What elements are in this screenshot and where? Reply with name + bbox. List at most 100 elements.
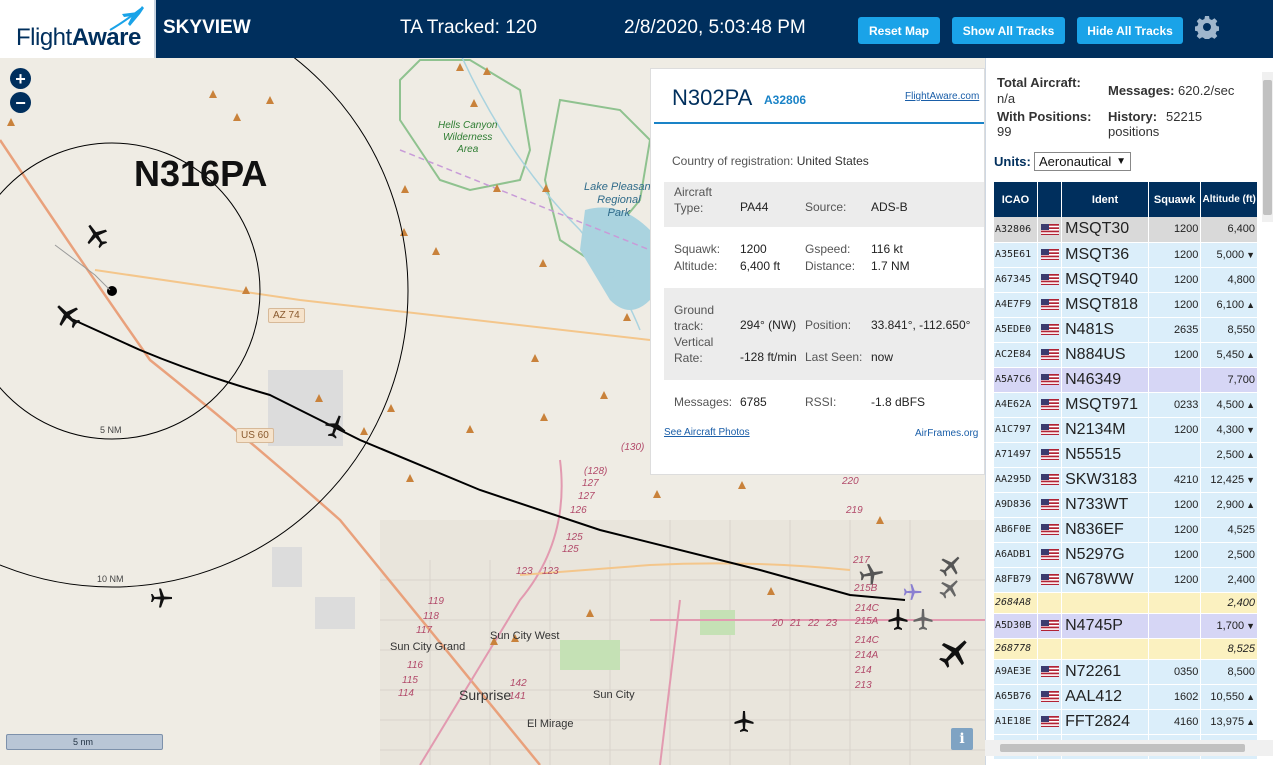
altitude-value: 13,975: [1210, 715, 1245, 728]
altitude-value: 2,500: [1227, 548, 1255, 561]
ident-cell: N4745P: [1061, 613, 1149, 639]
zoom-out-button[interactable]: −: [10, 92, 31, 113]
last-seen-label: Last Seen:: [805, 350, 863, 364]
airframes-link[interactable]: AirFrames.org: [915, 428, 978, 439]
total-aircraft-value: n/a: [997, 91, 1016, 106]
table-row[interactable]: A5D30B N4745P 1,700 ▼: [994, 613, 1258, 639]
ring-label-10nm: 10 NM: [97, 574, 124, 584]
squawk-value: 1200: [740, 242, 767, 256]
us-flag-icon: [1040, 549, 1059, 561]
us-flag-icon: [1040, 691, 1059, 703]
aircraft-icon[interactable]: [938, 576, 962, 600]
table-row[interactable]: A35E61 MSQT36 1200 5,000 ▼: [994, 242, 1258, 268]
table-row[interactable]: A5A7C6 N46349 7,700: [994, 367, 1258, 393]
table-row[interactable]: A32806 MSQT30 1200 6,400: [994, 217, 1258, 243]
table-row[interactable]: A1C797 N2134M 1200 4,300 ▼: [994, 417, 1258, 443]
us-flag-icon: [1040, 499, 1059, 511]
aircraft-icon[interactable]: [938, 552, 964, 578]
clock: 2/8/2020, 5:03:48 PM: [624, 17, 806, 38]
flag-cell: [1037, 392, 1063, 418]
icao-cell: 2684A8: [994, 592, 1038, 614]
table-row[interactable]: A67345 MSQT940 1200 4,800: [994, 267, 1258, 293]
aircraft-photos-link[interactable]: See Aircraft Photos: [664, 427, 750, 438]
aircraft-icon[interactable]: [323, 413, 349, 439]
flightaware-link[interactable]: FlightAware.com: [905, 91, 979, 102]
icao-cell: A67345: [994, 267, 1038, 293]
table-row[interactable]: A8FB79 N678WW 1200 2,400: [994, 567, 1258, 593]
table-row[interactable]: AA295D SKW3183 4210 12,425 ▼: [994, 467, 1258, 493]
gear-icon[interactable]: [1195, 15, 1219, 39]
climb-icon: ▲: [1246, 349, 1255, 360]
units-select[interactable]: Aeronautical ▼: [1034, 152, 1131, 171]
table-row[interactable]: AB6F0E N836EF 1200 4,525: [994, 517, 1258, 543]
altitude-cell: 8,500: [1200, 659, 1258, 685]
info-button[interactable]: i: [951, 728, 973, 750]
reset-map-button[interactable]: Reset Map: [858, 17, 940, 44]
hide-all-tracks-button[interactable]: Hide All Tracks: [1077, 17, 1183, 44]
squawk-cell: 1200: [1148, 567, 1202, 593]
aircraft-icon[interactable]: [859, 561, 885, 587]
route-number: 214C: [855, 603, 879, 614]
route-number: 219: [846, 505, 863, 516]
table-row[interactable]: A6ADB1 N5297G 1200 2,500: [994, 542, 1258, 568]
altitude-cell: 10,550 ▲: [1200, 684, 1258, 710]
table-row[interactable]: A5EDE0 N481S 2635 8,550: [994, 317, 1258, 343]
flag-cell: [1037, 567, 1063, 593]
route-number: 142: [510, 678, 527, 689]
table-row[interactable]: A9D836 N733WT 1200 2,900 ▲: [994, 492, 1258, 518]
us-flag-icon: [1040, 574, 1059, 586]
aircraft-icon[interactable]: [150, 586, 174, 610]
table-row[interactable]: A1E18E FFT2824 4160 13,975 ▲: [994, 709, 1258, 735]
altitude-value: 1,700: [1216, 619, 1245, 632]
flightaware-logo[interactable]: FlightAware: [0, 0, 156, 58]
aircraft-icon[interactable]: [937, 634, 973, 670]
altitude-cell: 1,700 ▼: [1200, 613, 1258, 639]
route-number: 123: [516, 566, 533, 577]
aircraft-icon-selected[interactable]: [82, 221, 110, 249]
popup-divider: [654, 122, 984, 124]
table-row[interactable]: A9AE3E N72261 0350 8,500: [994, 659, 1258, 685]
aircraft-icon[interactable]: [52, 300, 82, 330]
table-row[interactable]: A65B76 AAL412 1602 10,550 ▲: [994, 684, 1258, 710]
us-flag-icon: [1040, 374, 1059, 386]
col-squawk[interactable]: Squawk: [1148, 182, 1202, 217]
aircraft-icon[interactable]: [886, 607, 910, 631]
gspeed-value: 116 kt: [871, 242, 903, 256]
route-number: 141: [509, 691, 526, 702]
altitude-value: 2,400: [1227, 573, 1255, 586]
aircraft-icon[interactable]: [732, 709, 756, 733]
tracked-count: TA Tracked: 120: [400, 17, 537, 38]
col-ident[interactable]: Ident: [1061, 182, 1149, 217]
zoom-in-button[interactable]: +: [10, 68, 31, 89]
flag-cell: [1037, 417, 1063, 443]
altitude-value: 4,300: [1216, 423, 1245, 436]
table-row[interactable]: A4E7F9 MSQT818 1200 6,100 ▲: [994, 292, 1258, 318]
squawk-cell: 0233: [1148, 392, 1202, 418]
panel-scrollbar-thumb[interactable]: [1263, 80, 1272, 215]
altitude-label: Altitude:: [674, 259, 718, 273]
rssi-label: RSSI:: [805, 395, 837, 409]
col-icao[interactable]: ICAO: [994, 182, 1038, 217]
table-row[interactable]: 2684A8 2,400: [994, 592, 1258, 614]
table-row[interactable]: AC2E84 N884US 1200 5,450 ▲: [994, 342, 1258, 368]
icao-cell: A6ADB1: [994, 542, 1038, 568]
descend-icon: ▼: [1246, 424, 1255, 435]
table-row[interactable]: A4E62A MSQT971 0233 4,500 ▲: [994, 392, 1258, 418]
flag-cell: [1037, 467, 1063, 493]
distance-value: 1.7 NM: [871, 259, 910, 273]
route-number: 21: [790, 618, 802, 629]
ident-cell: N481S: [1061, 317, 1149, 343]
table-row[interactable]: 268778 8,525: [994, 638, 1258, 660]
col-flag[interactable]: [1037, 182, 1063, 217]
us-flag-icon: [1040, 620, 1059, 632]
route-number: 118: [423, 611, 439, 622]
altitude-value: 5,000: [1216, 248, 1245, 261]
icao-cell: AA295D: [994, 467, 1038, 493]
panel-hscrollbar-thumb[interactable]: [1000, 744, 1245, 752]
aircraft-icon[interactable]: [911, 607, 935, 631]
flag-cell: [1037, 342, 1063, 368]
show-all-tracks-button[interactable]: Show All Tracks: [952, 17, 1065, 44]
popup-hex: A32806: [764, 93, 807, 107]
col-altitude[interactable]: Altitude (ft): [1200, 182, 1258, 217]
table-row[interactable]: A71497 N55515 2,500 ▲: [994, 442, 1258, 468]
